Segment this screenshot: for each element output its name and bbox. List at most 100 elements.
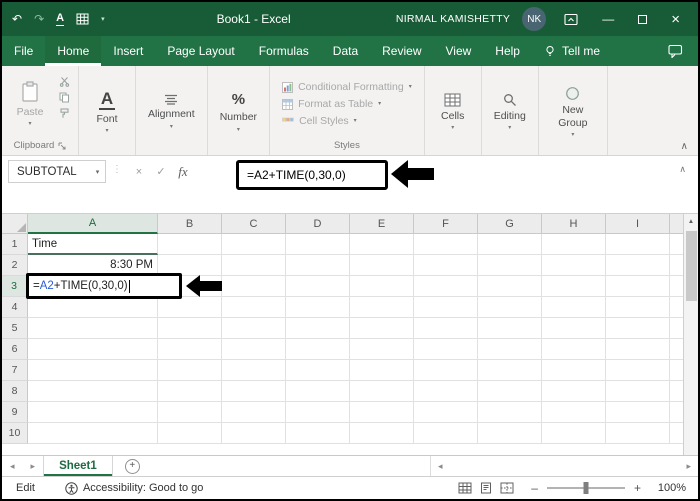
cell-F6[interactable] — [414, 339, 478, 360]
conditional-formatting-button[interactable]: Conditional Formatting ▾ — [274, 79, 420, 95]
cell-D9[interactable] — [286, 402, 350, 423]
cell-A3[interactable]: = A2 +TIME(0,30,0) — [26, 273, 222, 299]
cell-I1[interactable] — [606, 234, 670, 255]
maximize-button[interactable] — [638, 14, 648, 24]
cut-icon[interactable] — [59, 76, 70, 87]
cell-I9[interactable] — [606, 402, 670, 423]
normal-view-icon[interactable] — [458, 482, 472, 494]
customize-qat-icon[interactable]: ▾ — [101, 15, 105, 23]
cell-A7[interactable] — [28, 360, 158, 381]
cell-C5[interactable] — [222, 318, 286, 339]
editing-button[interactable]: Editing ▾ — [486, 69, 534, 155]
row-header-2[interactable]: 2 — [2, 255, 28, 276]
column-header-g[interactable]: G — [478, 214, 542, 234]
horizontal-scrollbar[interactable]: ◂ ▸ — [430, 456, 698, 476]
name-box[interactable]: SUBTOTAL ▾ — [8, 160, 106, 183]
column-header-c[interactable]: C — [222, 214, 286, 234]
formula-bar-collapse-icon[interactable]: ∧ — [679, 160, 692, 175]
cell-G7[interactable] — [478, 360, 542, 381]
name-box-dropdown-icon[interactable]: ▾ — [90, 168, 105, 176]
cell-G10[interactable] — [478, 423, 542, 444]
cell-H3[interactable] — [542, 276, 606, 297]
cell-D4[interactable] — [286, 297, 350, 318]
cells-button[interactable]: Cells ▾ — [429, 69, 477, 155]
cell-D6[interactable] — [286, 339, 350, 360]
hscroll-right-icon[interactable]: ▸ — [679, 461, 698, 472]
cell-F3[interactable] — [414, 276, 478, 297]
close-button[interactable]: × — [671, 11, 680, 28]
page-break-preview-icon[interactable] — [500, 482, 514, 494]
zoom-slider[interactable] — [546, 482, 625, 494]
cell-C1[interactable] — [222, 234, 286, 255]
cell-styles-button[interactable]: Cell Styles ▾ — [274, 113, 420, 129]
column-header-b[interactable]: B — [158, 214, 222, 234]
cell-B4[interactable] — [158, 297, 222, 318]
row-header-5[interactable]: 5 — [2, 318, 28, 339]
accessibility-status[interactable]: Accessibility: Good to go — [65, 481, 203, 495]
new-sheet-button[interactable]: + — [124, 458, 140, 474]
paste-dropdown-icon[interactable]: ▾ — [28, 121, 31, 127]
column-header-h[interactable]: H — [542, 214, 606, 234]
collapse-ribbon-icon[interactable]: ∧ — [681, 141, 688, 152]
format-painter-icon[interactable] — [59, 108, 70, 119]
column-header-e[interactable]: E — [350, 214, 414, 234]
cell-A10[interactable] — [28, 423, 158, 444]
cell-F10[interactable] — [414, 423, 478, 444]
cell-I3[interactable] — [606, 276, 670, 297]
tab-home[interactable]: Home — [45, 36, 102, 66]
dialog-launcher-icon[interactable] — [58, 142, 66, 150]
sheet-nav-right-icon[interactable]: ▸ — [23, 456, 44, 476]
cell-G3[interactable] — [478, 276, 542, 297]
cell-A6[interactable] — [28, 339, 158, 360]
cell-G2[interactable] — [478, 255, 542, 276]
cell-E5[interactable] — [350, 318, 414, 339]
column-header-i[interactable]: I — [606, 214, 670, 234]
cell-H2[interactable] — [542, 255, 606, 276]
tab-view[interactable]: View — [434, 36, 484, 66]
number-button[interactable]: % Number ▾ — [212, 69, 265, 155]
cell-H5[interactable] — [542, 318, 606, 339]
cell-H10[interactable] — [542, 423, 606, 444]
row-header-6[interactable]: 6 — [2, 339, 28, 360]
underline-icon[interactable]: A — [56, 12, 65, 26]
cell-C10[interactable] — [222, 423, 286, 444]
cell-B10[interactable] — [158, 423, 222, 444]
hscroll-track[interactable] — [449, 456, 680, 476]
cell-C9[interactable] — [222, 402, 286, 423]
cell-A1[interactable]: Time — [28, 234, 158, 255]
row-header-3[interactable]: 3 — [2, 276, 28, 297]
vertical-scrollbar[interactable]: ▲ — [683, 214, 698, 455]
ribbon-display-options-icon[interactable] — [564, 13, 578, 26]
minimize-button[interactable]: — — [602, 12, 614, 26]
paste-button[interactable]: Paste ▾ — [6, 69, 54, 139]
format-as-table-button[interactable]: Format as Table ▾ — [274, 96, 420, 112]
zoom-percentage[interactable]: 100% — [650, 482, 686, 494]
cell-H1[interactable] — [542, 234, 606, 255]
column-header-d[interactable]: D — [286, 214, 350, 234]
cell-C3[interactable] — [222, 276, 286, 297]
cell-B8[interactable] — [158, 381, 222, 402]
cell-D1[interactable] — [286, 234, 350, 255]
scroll-up-icon[interactable]: ▲ — [688, 214, 694, 229]
zoom-out-button[interactable]: – — [531, 481, 538, 495]
active-cell-edit-box[interactable]: = A2 +TIME(0,30,0) — [26, 273, 182, 299]
copy-icon[interactable] — [59, 92, 70, 103]
cell-B9[interactable] — [158, 402, 222, 423]
formula-input[interactable]: =A2+TIME(0,30,0) — [236, 160, 388, 190]
cell-H8[interactable] — [542, 381, 606, 402]
cell-H6[interactable] — [542, 339, 606, 360]
select-all-corner[interactable] — [2, 214, 28, 234]
cell-E7[interactable] — [350, 360, 414, 381]
tab-page-layout[interactable]: Page Layout — [155, 36, 246, 66]
cell-I8[interactable] — [606, 381, 670, 402]
cell-F1[interactable] — [414, 234, 478, 255]
cell-E4[interactable] — [350, 297, 414, 318]
cell-C2[interactable] — [222, 255, 286, 276]
zoom-in-button[interactable]: + — [634, 481, 641, 495]
column-header-a[interactable]: A — [28, 214, 158, 234]
cell-G6[interactable] — [478, 339, 542, 360]
cell-G8[interactable] — [478, 381, 542, 402]
cell-I10[interactable] — [606, 423, 670, 444]
alignment-button[interactable]: Alignment ▾ — [140, 69, 203, 155]
cell-H9[interactable] — [542, 402, 606, 423]
